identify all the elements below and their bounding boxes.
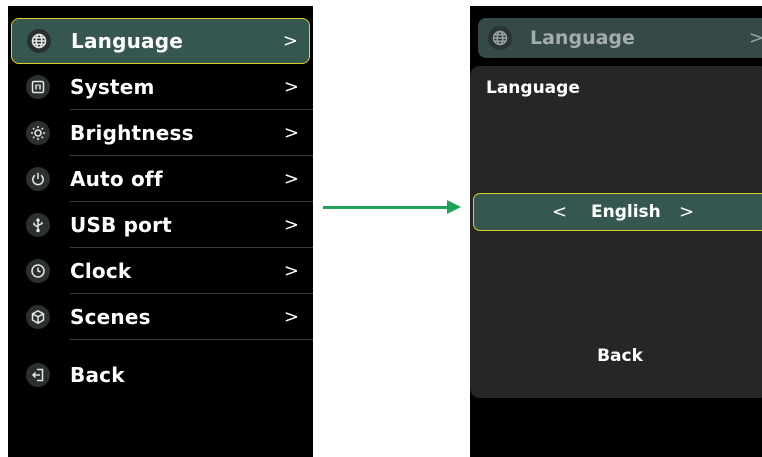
chevron-right-icon: > [283, 76, 299, 98]
chevron-right-icon: > [283, 168, 299, 190]
chevron-right-icon: > [283, 306, 299, 328]
arrow-right-icon [447, 200, 461, 214]
menu-item-auto-off[interactable]: Auto off > [8, 156, 313, 202]
menu-item-language-dimmed[interactable]: Language > [478, 18, 762, 58]
exit-icon [26, 363, 50, 387]
back-button[interactable]: Back [470, 346, 762, 366]
menu-item-scenes[interactable]: Scenes > [8, 294, 313, 340]
language-selector[interactable]: < English > [473, 193, 762, 231]
clock-icon [26, 259, 50, 283]
menu-item-label: Back [70, 363, 125, 387]
chevron-right-icon: > [283, 214, 299, 236]
menu-item-label: Language [530, 27, 635, 49]
sun-icon [26, 121, 50, 145]
usb-icon [26, 213, 50, 237]
menu-item-label: Clock [70, 259, 132, 283]
menu-item-label: Language [71, 29, 184, 53]
transition-arrow-line [323, 206, 451, 209]
language-screen: Language > Language < English > Back [470, 6, 762, 457]
menu-item-clock[interactable]: Clock > [8, 248, 313, 294]
cube-icon [26, 305, 50, 329]
menu-item-language[interactable]: Language > [11, 18, 310, 64]
menu-item-label: USB port [70, 213, 172, 237]
panel-title: Language [486, 78, 580, 98]
menu-item-brightness[interactable]: Brightness > [8, 110, 313, 156]
chevron-right-icon: > [283, 122, 299, 144]
power-icon [26, 167, 50, 191]
language-panel: Language < English > Back [470, 66, 762, 398]
system-icon [26, 75, 50, 99]
menu-item-system[interactable]: System > [8, 64, 313, 110]
menu-item-label: Auto off [70, 167, 163, 191]
menu-item-label: Scenes [70, 305, 151, 329]
chevron-right-icon[interactable]: > [679, 202, 694, 223]
menu-item-usb-port[interactable]: USB port > [8, 202, 313, 248]
menu-item-label: System [70, 75, 155, 99]
chevron-right-icon: > [282, 30, 298, 52]
chevron-right-icon: > [748, 27, 762, 49]
globe-icon [488, 26, 512, 50]
globe-icon [27, 29, 51, 53]
menu-item-label: Brightness [70, 121, 194, 145]
menu-screen: Language > System > Brightness > Auto of… [8, 6, 313, 457]
menu-item-back[interactable]: Back [8, 352, 313, 398]
chevron-right-icon: > [283, 260, 299, 282]
language-value: English [591, 202, 661, 222]
chevron-left-icon[interactable]: < [552, 202, 567, 223]
